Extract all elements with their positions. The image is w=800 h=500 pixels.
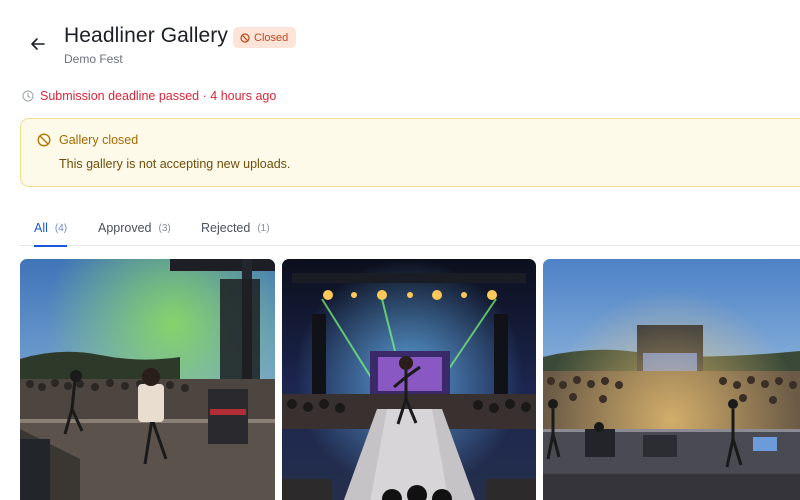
photo-card-1[interactable]	[20, 259, 275, 500]
deadline-separator: ·	[202, 89, 207, 103]
tab-rejected[interactable]: Rejected (1)	[201, 210, 270, 246]
deadline-relative-time: 4 hours ago	[210, 89, 277, 103]
back-button[interactable]	[24, 30, 52, 58]
tab-count: (1)	[257, 222, 270, 234]
photo-grid	[0, 259, 800, 500]
singer-on-catwalk-photo	[282, 259, 536, 500]
tab-all[interactable]: All (4)	[34, 210, 68, 247]
gallery-closed-alert: Gallery closed This gallery is not accep…	[20, 118, 800, 187]
alert-title: Gallery closed	[59, 133, 139, 147]
ban-icon	[37, 133, 51, 147]
tab-count: (3)	[158, 222, 171, 234]
tab-approved[interactable]: Approved (3)	[98, 210, 171, 246]
page-title: Headliner Gallery	[64, 24, 228, 47]
page-subtitle: Demo Fest	[64, 52, 123, 66]
band-on-stage-photo	[20, 259, 275, 500]
festival-crowd-photo	[543, 259, 800, 500]
photo-card-3[interactable]	[543, 259, 800, 500]
status-badge: Closed	[233, 27, 297, 48]
tab-label: Rejected	[201, 221, 251, 235]
tab-label: All	[34, 221, 48, 235]
ban-icon	[240, 32, 250, 43]
tab-count: (4)	[54, 222, 68, 234]
deadline-notice: Submission deadline passed · 4 hours ago	[22, 89, 276, 103]
photo-card-2[interactable]	[282, 259, 536, 500]
tab-label: Approved	[98, 221, 152, 235]
status-badge-label: Closed	[254, 31, 289, 44]
alert-message: This gallery is not accepting new upload…	[59, 157, 291, 171]
filter-tabs: All (4) Approved (3) Rejected (1)	[20, 210, 800, 247]
deadline-text: Submission deadline passed	[40, 89, 200, 103]
clock-icon	[22, 90, 34, 102]
arrow-left-icon	[31, 38, 45, 50]
